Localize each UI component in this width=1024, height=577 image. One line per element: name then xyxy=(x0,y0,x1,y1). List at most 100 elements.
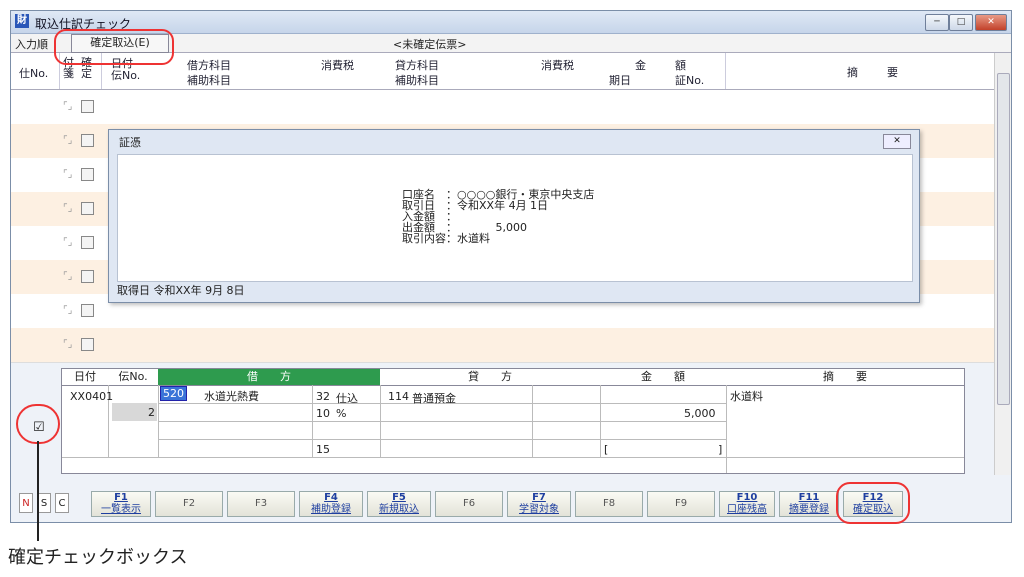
f5-key: F5 xyxy=(392,492,406,503)
entry-head-credit: 貸 方 xyxy=(380,369,600,386)
vertical-scrollbar[interactable] xyxy=(994,53,1011,475)
col-debit-tax: 消費税 xyxy=(321,59,354,72)
voucher-line: 取引内容：水道料 xyxy=(402,232,490,245)
row-kakutei-checkbox[interactable] xyxy=(81,270,94,283)
fusen-marker-icon: ⌜⌟ xyxy=(63,101,73,112)
mode-n-button[interactable]: N xyxy=(19,493,33,513)
f10-button[interactable]: F10 口座残高 xyxy=(719,491,775,517)
entry-amount[interactable]: 5,000 xyxy=(684,407,716,420)
f4-button[interactable]: F4 補助登録 xyxy=(299,491,363,517)
entry-divider xyxy=(62,457,964,458)
entry-head-amount: 金 額 xyxy=(600,369,726,386)
acquired-date: 取得日 令和XX年 9月 8日 xyxy=(117,284,245,297)
row-kakutei-checkbox[interactable] xyxy=(81,304,94,317)
bracket-open: [ xyxy=(604,443,609,456)
entry-head-debit: 借 方 xyxy=(158,369,380,386)
f4-key: F4 xyxy=(324,492,338,503)
fusen-marker-icon: ⌜⌟ xyxy=(63,305,73,316)
ticket-status-label: <未確定伝票> xyxy=(393,38,467,51)
checkbox-highlight xyxy=(16,404,60,444)
callout-caption: 確定チェックボックス xyxy=(8,547,188,568)
fusen-marker-icon: ⌜⌟ xyxy=(63,237,73,248)
credit-code[interactable]: 114 xyxy=(388,390,409,403)
fusen-marker-icon: ⌜⌟ xyxy=(63,203,73,214)
row-kakutei-checkbox[interactable] xyxy=(81,236,94,249)
f4-label: 補助登録 xyxy=(311,504,351,515)
fusen-marker-icon: ⌜⌟ xyxy=(63,169,73,180)
table-row[interactable]: ⌜⌟ xyxy=(11,328,995,363)
mode-s-button[interactable]: S xyxy=(37,493,51,513)
entry-divider xyxy=(158,421,726,422)
row-kakutei-checkbox[interactable] xyxy=(81,134,94,147)
f7-button[interactable]: F7 学習対象 xyxy=(507,491,571,517)
bracket-close: ] xyxy=(718,443,723,456)
f9-key: F9 xyxy=(674,498,688,509)
credit-account-name: 普通預金 xyxy=(412,392,456,405)
f2-button[interactable]: F2 xyxy=(155,491,223,517)
debit-account-name: 水道光熱費 xyxy=(204,390,259,403)
entry-den-no[interactable]: 2 xyxy=(148,406,155,419)
col-debit-sub: 補助科目 xyxy=(187,74,231,87)
fusen-marker-icon: ⌜⌟ xyxy=(63,135,73,146)
f10-label: 口座残高 xyxy=(727,504,767,515)
tax-percent: % xyxy=(336,407,347,420)
col-credit-account: 貸方科目 xyxy=(395,59,439,72)
close-button[interactable]: ✕ xyxy=(975,14,1007,31)
mode-c-button[interactable]: C xyxy=(55,493,69,513)
row-kakutei-checkbox[interactable] xyxy=(81,338,94,351)
f5-label: 新規取込 xyxy=(379,504,419,515)
entry-date[interactable]: XX0401 xyxy=(70,390,113,403)
col-debit-account: 借方科目 xyxy=(187,59,231,72)
fusen-marker-icon: ⌜⌟ xyxy=(63,339,73,350)
tax-rate[interactable]: 10 xyxy=(316,407,330,420)
voucher-popup: 証憑 ✕ 口座名 ：○○○○銀行・東京中央支店 取引日 ：令和XX年 4月 1日… xyxy=(108,129,920,303)
f8-button[interactable]: F8 xyxy=(575,491,643,517)
f11-button[interactable]: F11 摘要登録 xyxy=(779,491,839,517)
fusen-marker-icon: ⌜⌟ xyxy=(63,271,73,282)
entry-head-den: 伝No. xyxy=(108,369,158,386)
table-row[interactable]: ⌜⌟ xyxy=(11,90,995,125)
tax-code[interactable]: 32 xyxy=(316,390,330,403)
f5-button[interactable]: F5 新規取込 xyxy=(367,491,431,517)
col-voucher-no: 証No. xyxy=(675,74,705,87)
f9-button[interactable]: F9 xyxy=(647,491,715,517)
minimize-button[interactable]: ─ xyxy=(925,14,949,31)
entry-summary[interactable]: 水道料 xyxy=(730,388,763,404)
f1-key: F1 xyxy=(114,492,128,503)
col-period: 期日 xyxy=(609,74,631,87)
f1-label: 一覧表示 xyxy=(101,504,141,515)
input-order-label[interactable]: 入力順 xyxy=(15,36,48,52)
col-summary-you: 要 xyxy=(887,66,898,79)
f1-button[interactable]: F1 一覧表示 xyxy=(91,491,151,517)
f7-key: F7 xyxy=(532,492,546,503)
col-credit-tax: 消費税 xyxy=(541,59,574,72)
entry-divider xyxy=(158,439,726,440)
main-window: 財 取込仕訳チェック ─ □ ✕ 入力順 確定取込(E) <未確定伝票> 仕No… xyxy=(10,10,1012,523)
kakutei-button-highlight xyxy=(54,29,174,65)
entry-head-summary: 摘 要 xyxy=(726,369,964,386)
entry-head-date: 日付 xyxy=(62,369,108,386)
maximize-button[interactable]: □ xyxy=(949,14,973,31)
scrollbar-thumb[interactable] xyxy=(997,73,1010,405)
f2-key: F2 xyxy=(182,498,196,509)
row-kakutei-checkbox[interactable] xyxy=(81,100,94,113)
callout-line xyxy=(37,441,39,541)
col-shiwake-no: 仕No. xyxy=(19,67,49,80)
tax-extra[interactable]: 15 xyxy=(316,443,330,456)
f6-button[interactable]: F6 xyxy=(435,491,503,517)
f10-key: F10 xyxy=(736,492,758,503)
function-key-bar: N S C F1 一覧表示 F2 F3 F4 補助登録 F5 新規取込 F6 F7 学習… xyxy=(15,489,975,519)
f11-label: 摘要登録 xyxy=(789,504,829,515)
row-kakutei-checkbox[interactable] xyxy=(81,202,94,215)
col-divider xyxy=(725,53,726,89)
row-kakutei-checkbox[interactable] xyxy=(81,168,94,181)
f3-button[interactable]: F3 xyxy=(227,491,295,517)
col-amount-kin: 金 xyxy=(635,59,646,72)
voucher-body: 口座名 ：○○○○銀行・東京中央支店 取引日 ：令和XX年 4月 1日 入金額 … xyxy=(117,154,913,282)
popup-close-button[interactable]: ✕ xyxy=(883,134,911,149)
entry-panel: 日付 伝No. 借 方 貸 方 金 額 摘 要 XX0401 2 520 水道光… xyxy=(61,368,965,474)
f8-key: F8 xyxy=(602,498,616,509)
debit-code-input[interactable]: 520 xyxy=(160,386,187,401)
f11-key: F11 xyxy=(798,492,820,503)
app-icon: 財 xyxy=(15,14,29,28)
